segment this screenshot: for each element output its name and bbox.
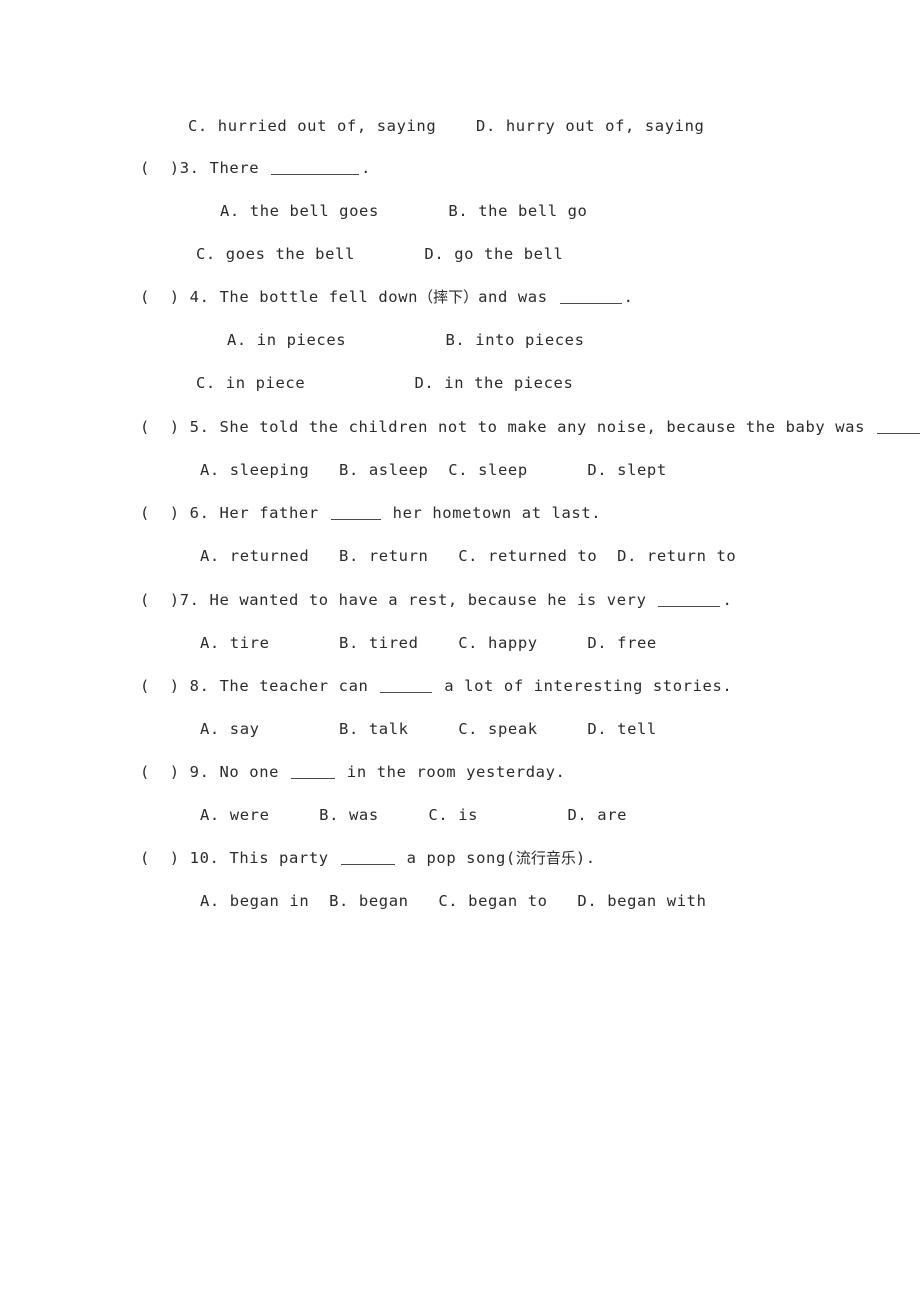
question-stem: ( ) 6. Her father her hometown at last. [140,503,601,523]
question-text-tail: her hometown at last. [382,504,602,522]
question-text: The teacher can [209,677,379,695]
question-stem: ( ) 10. This party a pop song(流行音乐). [140,848,596,868]
option-row[interactable]: A. returned B. return C. returned to D. … [200,546,736,566]
fill-in-blank[interactable] [271,160,360,176]
answer-bracket[interactable]: ( ) 10. [140,849,219,867]
fill-in-blank[interactable] [330,505,381,521]
chinese-gloss: （摔下） [418,288,479,306]
question-text: Her father [209,504,329,522]
fill-in-blank[interactable] [291,764,335,780]
option-row[interactable]: A. the bell goes B. the bell go [220,201,587,221]
question-stem: ( )7. He wanted to have a rest, because … [140,590,732,610]
option-row[interactable]: A. in pieces B. into pieces [227,330,585,350]
question-text-tail: a pop song(流行音乐). [396,849,596,867]
carryover-options-line: C. hurried out of, saying D. hurry out o… [188,117,705,135]
question-text: The bottle fell down（摔下）and was [209,288,558,306]
option-row[interactable]: C. in piece D. in the pieces [196,373,573,393]
option-row[interactable]: A. tire B. tired C. happy D. free [200,633,657,653]
option-row[interactable]: A. began in B. began C. began to D. bega… [200,891,707,911]
fill-in-blank[interactable] [876,419,920,435]
fill-in-blank[interactable] [658,592,721,608]
fill-in-blank[interactable] [380,678,433,694]
question-stem: ( ) 4. The bottle fell down（摔下）and was . [140,287,634,307]
fill-in-blank[interactable] [340,850,395,866]
option-row[interactable]: A. were B. was C. is D. are [200,805,627,825]
answer-bracket[interactable]: ( ) 5. [140,418,210,436]
option-row[interactable]: C. goes the bell D. go the bell [196,244,563,264]
answer-bracket[interactable]: ( )3. [140,159,200,177]
question-stem: ( ) 9. No one in the room yesterday. [140,762,565,782]
question-stem: ( ) 8. The teacher can a lot of interest… [140,676,732,696]
question-text-tail: in the room yesterday. [337,763,566,781]
question-text-tail: . [361,159,372,177]
answer-bracket[interactable]: ( ) 6. [140,504,210,522]
answer-bracket[interactable]: ( ) 4. [140,288,210,306]
chinese-gloss: 流行音乐 [515,849,576,867]
answer-bracket[interactable]: ( ) 9. [140,763,210,781]
question-text: No one [209,763,289,781]
question-text: There [199,159,270,177]
answer-bracket[interactable]: ( )7. [140,591,200,609]
option-row[interactable]: A. say B. talk C. speak D. tell [200,719,657,739]
document-page: C. hurried out of, saying D. hurry out o… [0,0,920,1302]
question-text-tail: . [623,288,634,306]
question-text: This party [219,849,339,867]
question-stem: ( ) 5. She told the children not to make… [140,417,920,437]
question-text-tail: a lot of interesting stories. [434,677,733,695]
answer-bracket[interactable]: ( ) 8. [140,677,210,695]
fill-in-blank[interactable] [559,289,622,305]
question-text-tail: . [722,591,733,609]
question-stem: ( )3. There . [140,158,371,178]
question-text: He wanted to have a rest, because he is … [199,591,657,609]
question-text: She told the children not to make any no… [209,418,875,436]
option-row[interactable]: A. sleeping B. asleep C. sleep D. slept [200,460,667,480]
